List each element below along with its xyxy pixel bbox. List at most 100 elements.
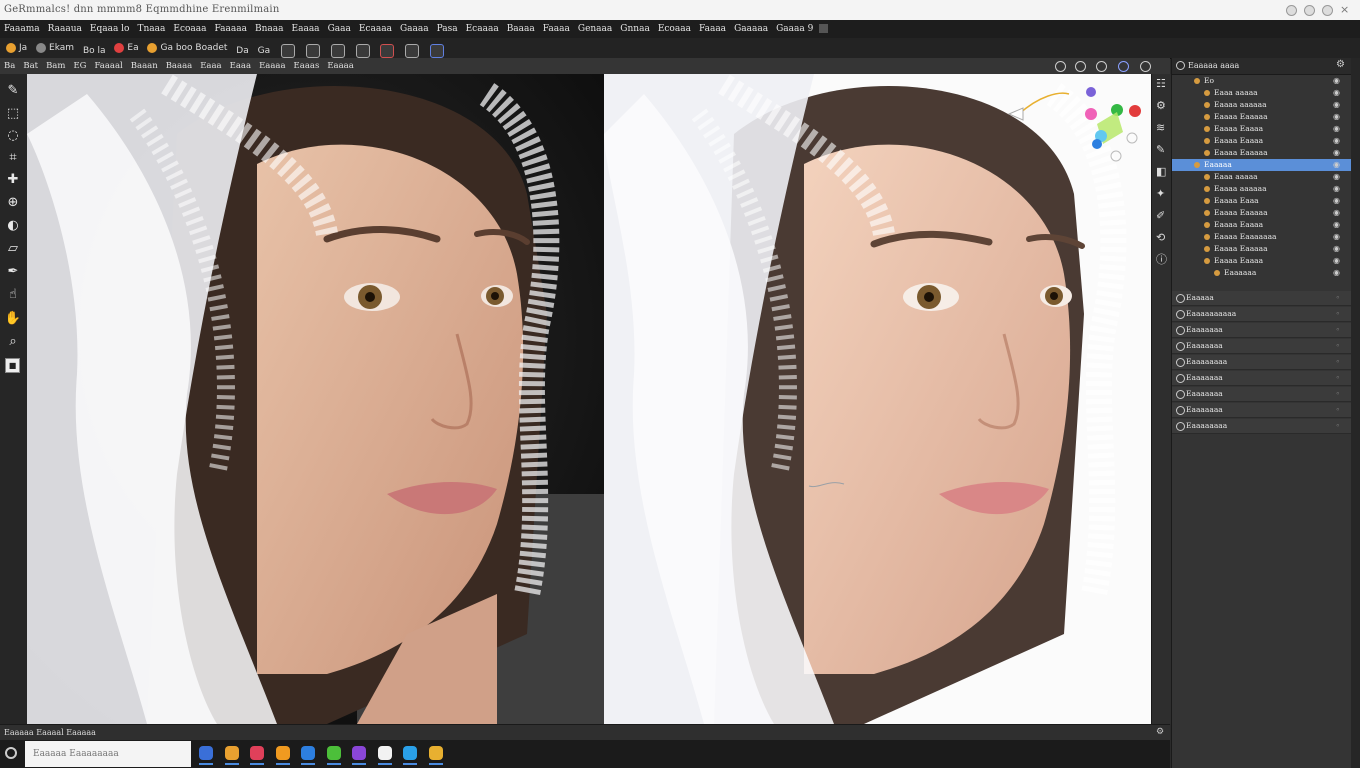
panel-scrollbar[interactable] (1351, 58, 1360, 768)
layer-row[interactable]: Eaaaa Eaaaa ◉ (1172, 255, 1352, 267)
view-icon[interactable] (1055, 61, 1066, 72)
zoom-tool-icon[interactable]: ⌕ (5, 333, 21, 349)
option-mode[interactable]: Ekam (36, 38, 74, 58)
app-4-icon[interactable] (275, 746, 290, 765)
panel-section-row[interactable]: Eaaaaaaa ◦ (1172, 387, 1352, 402)
panel-section-row[interactable]: Eaaaaaaaa ◦ (1172, 419, 1352, 434)
app-5-icon[interactable] (301, 746, 315, 765)
layer-row[interactable]: Eaaaa Eaaa ◉ (1172, 195, 1352, 207)
app-7-icon[interactable] (352, 746, 366, 765)
refine-icon[interactable] (355, 43, 370, 58)
heal-tool-icon[interactable]: ✚ (5, 171, 21, 187)
eraser-tool-icon[interactable]: ▱ (5, 240, 21, 256)
app-2-icon[interactable] (224, 746, 239, 765)
menu-item[interactable]: Eqaaa lo (86, 20, 134, 38)
panel-section-row[interactable]: Eaaaaa ◦ (1172, 291, 1352, 306)
section-toggle-icon[interactable]: ◦ (1336, 419, 1340, 433)
color-icon[interactable] (430, 43, 445, 58)
status-settings-icon[interactable]: ⚙ (1156, 727, 1164, 737)
menu-item[interactable]: Raaaua (44, 20, 86, 38)
visibility-eye-icon[interactable]: ◉ (1333, 207, 1340, 219)
layer-row[interactable]: Eaaaa Eaaaa ◉ (1172, 123, 1352, 135)
visibility-eye-icon[interactable]: ◉ (1333, 159, 1340, 171)
menu-item[interactable]: Gnnaa (616, 20, 654, 38)
panel-menu-icon[interactable] (1176, 61, 1185, 70)
doc-tab[interactable]: Ba (0, 58, 19, 74)
layer-row[interactable]: Eaaaa Eaaaaa ◉ (1172, 243, 1352, 255)
menu-item[interactable]: Tnaaa (133, 20, 169, 38)
visibility-eye-icon[interactable]: ◉ (1333, 195, 1340, 207)
layer-row[interactable]: Eaaaaa ◉ (1172, 159, 1352, 171)
pen-tool-icon[interactable]: ✒ (5, 263, 21, 279)
dodge-tool-icon[interactable]: ◐ (5, 217, 21, 233)
menu-item[interactable]: Faaaaa (211, 20, 251, 38)
canvas-before[interactable] (27, 74, 604, 724)
visibility-eye-icon[interactable]: ◉ (1333, 87, 1340, 99)
color-picker-widget[interactable] (999, 86, 1149, 166)
visibility-eye-icon[interactable]: ◉ (1333, 231, 1340, 243)
menu-item[interactable]: Genaaa (574, 20, 616, 38)
doc-tab[interactable]: Eaaas (290, 58, 324, 74)
styles-icon[interactable]: ✦ (1156, 188, 1166, 200)
menu-item[interactable]: Bnaaa (251, 20, 288, 38)
menu-item[interactable]: Faaaa (695, 20, 730, 38)
fit-icon[interactable] (1140, 61, 1151, 72)
layer-row[interactable]: Eaaa aaaaa ◉ (1172, 87, 1352, 99)
layer-row[interactable]: Eaaaa Eaaaaa ◉ (1172, 147, 1352, 159)
section-toggle-icon[interactable]: ◦ (1336, 339, 1340, 353)
menu-item[interactable]: Baaaa (503, 20, 539, 38)
lasso-tool-icon[interactable]: ◌ (5, 127, 21, 143)
start-icon[interactable] (5, 747, 17, 759)
section-toggle-icon[interactable]: ◦ (1336, 387, 1340, 401)
canvas-after[interactable] (604, 74, 1151, 724)
visibility-eye-icon[interactable]: ◉ (1333, 123, 1340, 135)
compare-icon[interactable] (1096, 61, 1107, 72)
menu-item[interactable]: Pasa (433, 20, 462, 38)
doc-tab[interactable]: Bat (19, 58, 42, 74)
layer-row[interactable]: Eaaaa Eaaaa ◉ (1172, 135, 1352, 147)
layer-row[interactable]: Eaaaa aaaaaa ◉ (1172, 99, 1352, 111)
selection-tool-icon[interactable]: ⬚ (5, 105, 21, 121)
layer-row[interactable]: Eaaaa Eaaaaaaa ◉ (1172, 231, 1352, 243)
section-toggle-icon[interactable]: ◦ (1336, 371, 1340, 385)
layer-row[interactable]: Eaaaa Eaaaa ◉ (1172, 219, 1352, 231)
app-8-icon[interactable] (377, 746, 392, 765)
history-icon[interactable]: ☷ (1156, 78, 1166, 90)
hand-tool-icon[interactable]: ✋ (5, 310, 21, 326)
section-toggle-icon[interactable]: ◦ (1336, 403, 1340, 417)
option-brush[interactable]: Ja (6, 38, 27, 58)
panel-section-row[interactable]: Eaaaaaaa ◦ (1172, 403, 1352, 418)
menu-item[interactable]: Gaaa (324, 20, 355, 38)
visibility-eye-icon[interactable]: ◉ (1333, 267, 1340, 279)
rotate-icon[interactable] (1075, 61, 1086, 72)
app-10-icon[interactable] (428, 746, 443, 765)
app-6-icon[interactable] (326, 746, 341, 765)
visibility-eye-icon[interactable]: ◉ (1333, 75, 1340, 87)
menu-item[interactable]: Ecaaaa (355, 20, 396, 38)
menu-item[interactable]: Gaaaaa (730, 20, 772, 38)
doc-tab[interactable]: Eaaa (226, 58, 255, 74)
panel-section-row[interactable]: Eaaaaaaaaaa ◦ (1172, 307, 1352, 322)
layer-row[interactable]: Eaaa aaaaa ◉ (1172, 171, 1352, 183)
section-toggle-icon[interactable]: ◦ (1336, 307, 1340, 321)
panel-section-row[interactable]: Eaaaaaaa ◦ (1172, 323, 1352, 338)
grid-icon[interactable] (405, 43, 420, 58)
adjust-icon[interactable]: ⚙ (1156, 100, 1166, 112)
pressure-icon[interactable] (305, 43, 320, 58)
airbrush-icon[interactable] (280, 43, 295, 58)
section-toggle-icon[interactable]: ◦ (1336, 291, 1340, 305)
brushes-icon[interactable]: ✐ (1156, 210, 1166, 222)
maximize-button[interactable] (1304, 5, 1315, 16)
visibility-eye-icon[interactable]: ◉ (1333, 171, 1340, 183)
swatches-icon[interactable]: ◧ (1156, 166, 1166, 178)
doc-tab[interactable]: Eaaaa (255, 58, 289, 74)
menu-item[interactable]: Ecoaaa (654, 20, 695, 38)
menu-item[interactable]: Eaaaa (288, 20, 324, 38)
window-close-icon[interactable]: × (1340, 3, 1349, 16)
doc-tab[interactable]: Eaaa (196, 58, 225, 74)
doc-tab[interactable]: Baaaa (162, 58, 197, 74)
doc-tab[interactable]: Bam (42, 58, 69, 74)
panel-settings-icon[interactable]: ⚙ (1336, 59, 1345, 70)
clone-tool-icon[interactable]: ⊕ (5, 194, 21, 210)
smudge-tool-icon[interactable]: ☝ (5, 286, 21, 302)
